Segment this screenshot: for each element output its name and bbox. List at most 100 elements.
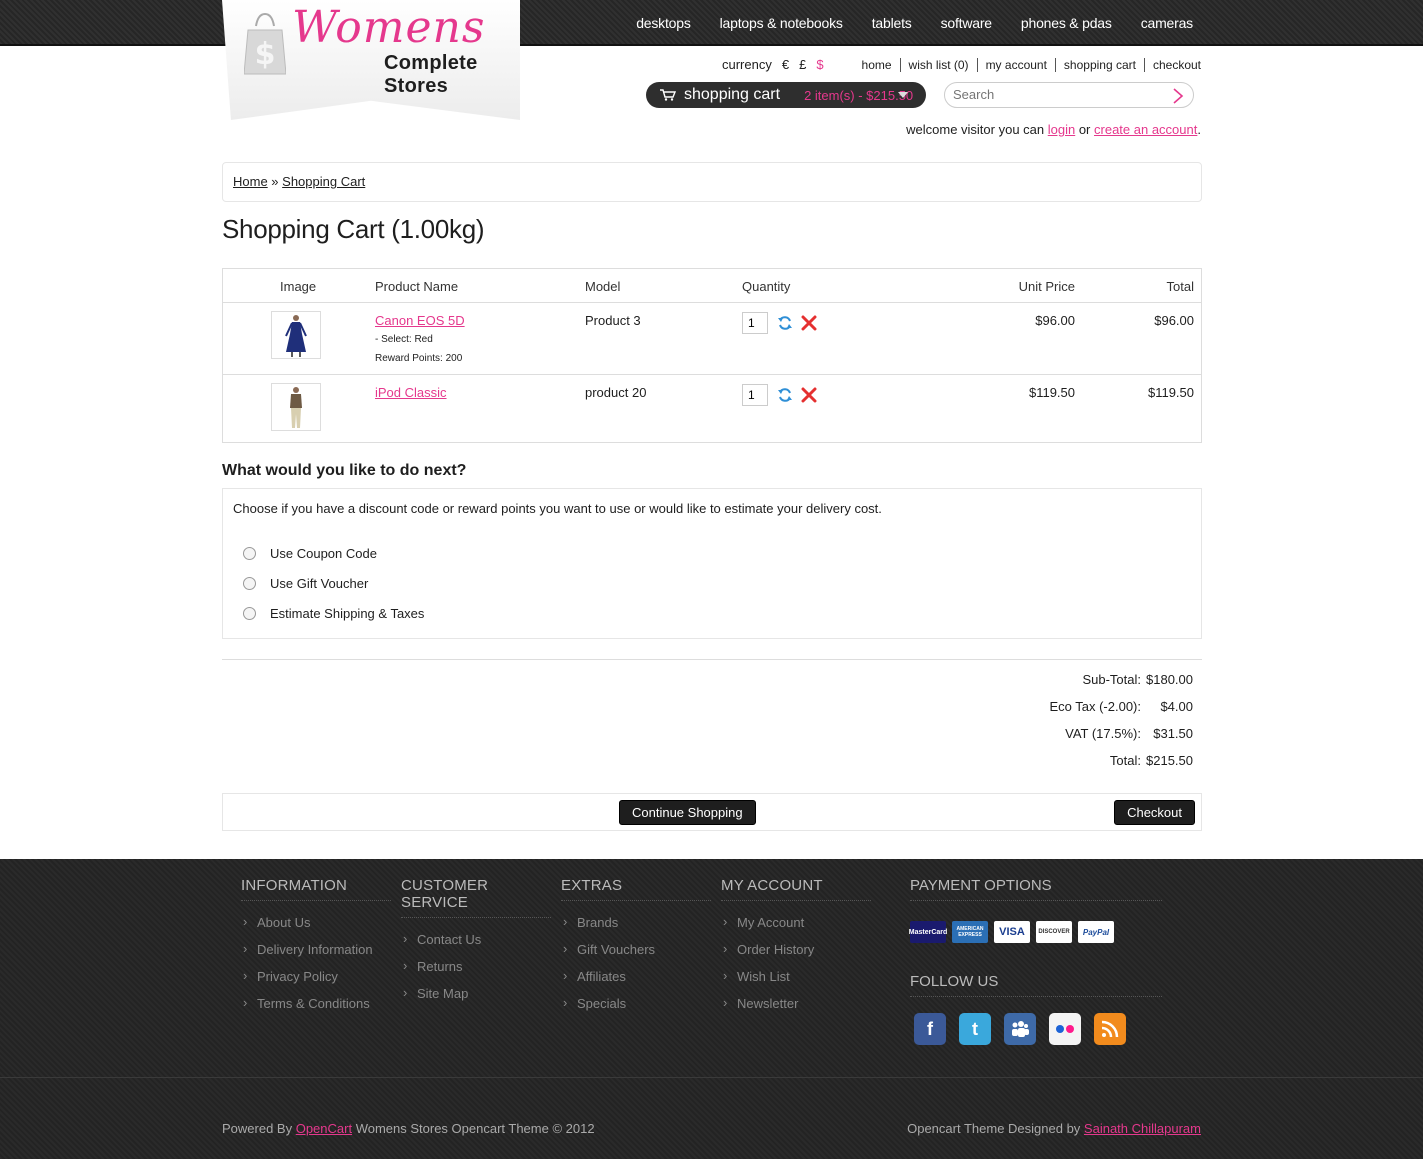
footer-link[interactable]: Contact Us bbox=[401, 931, 551, 959]
welcome-suffix: . bbox=[1197, 122, 1201, 137]
footer-link[interactable]: Newsletter bbox=[721, 995, 871, 1023]
nav-phones[interactable]: phones & pdas bbox=[1021, 15, 1112, 31]
footer-link[interactable]: Gift Vouchers bbox=[561, 941, 711, 969]
follow-heading: FOLLOW US bbox=[910, 973, 1162, 997]
rss-icon[interactable] bbox=[1094, 1013, 1126, 1045]
top-bar: desktops laptops & notebooks tablets sof… bbox=[0, 0, 1423, 46]
link-wishlist[interactable]: wish list (0) bbox=[901, 58, 978, 72]
next-steps-box: Choose if you have a discount code or re… bbox=[222, 488, 1202, 639]
designer-link[interactable]: Sainath Chillapuram bbox=[1084, 1121, 1201, 1136]
vat-label: VAT (17.5%): bbox=[1065, 726, 1141, 741]
footer-customer-service: CUSTOMER SERVICE Contact Us Returns Site… bbox=[401, 877, 551, 1013]
footer-link[interactable]: Delivery Information bbox=[241, 941, 391, 969]
remove-icon[interactable] bbox=[801, 315, 817, 331]
cart-icon bbox=[660, 89, 676, 101]
twitter-icon[interactable]: t bbox=[959, 1013, 991, 1045]
currency-pound[interactable]: £ bbox=[799, 57, 806, 72]
nav-desktops[interactable]: desktops bbox=[636, 15, 691, 31]
nav-tablets[interactable]: tablets bbox=[872, 15, 912, 31]
checkout-button[interactable]: Checkout bbox=[1114, 800, 1195, 825]
footer-link[interactable]: Privacy Policy bbox=[241, 968, 391, 996]
currency-selector: currency € £ $ bbox=[722, 57, 824, 72]
footer-link[interactable]: Terms & Conditions bbox=[241, 995, 391, 1023]
welcome-or: or bbox=[1075, 122, 1095, 137]
logo-brand: Womens bbox=[292, 2, 486, 53]
product-reward-points: Reward Points: 200 bbox=[375, 353, 463, 364]
totals-divider bbox=[222, 659, 1202, 660]
remove-icon[interactable] bbox=[801, 387, 817, 403]
search-go-icon[interactable] bbox=[1171, 88, 1185, 104]
facebook-icon[interactable]: f bbox=[914, 1013, 946, 1045]
link-home[interactable]: home bbox=[854, 58, 901, 72]
chevron-down-icon bbox=[898, 92, 908, 98]
unit-price: $119.50 bbox=[1028, 385, 1075, 400]
footer-divider bbox=[0, 1077, 1423, 1078]
footer-link[interactable]: About Us bbox=[241, 914, 391, 942]
link-shopping-cart[interactable]: shopping cart bbox=[1056, 58, 1145, 72]
outfit-image-icon bbox=[290, 387, 302, 428]
currency-dollar[interactable]: $ bbox=[816, 57, 823, 72]
payment-cards: MasterCard AMERICAN EXPRESS VISA DISCOVE… bbox=[909, 921, 1162, 943]
footer-extras: EXTRAS Brands Gift Vouchers Affiliates S… bbox=[561, 877, 711, 1023]
create-account-link[interactable]: create an account bbox=[1094, 122, 1197, 137]
footer-link[interactable]: My Account bbox=[721, 914, 871, 942]
product-name-link[interactable]: Canon EOS 5D bbox=[375, 313, 465, 328]
footer-my-account: MY ACCOUNT My Account Order History Wish… bbox=[721, 877, 871, 1023]
option-shipping-label: Estimate Shipping & Taxes bbox=[270, 606, 425, 621]
refresh-icon[interactable] bbox=[777, 387, 793, 403]
link-checkout[interactable]: checkout bbox=[1145, 58, 1201, 72]
option-shipping[interactable]: Estimate Shipping & Taxes bbox=[243, 606, 424, 621]
nav-laptops[interactable]: laptops & notebooks bbox=[720, 15, 843, 31]
product-option: - Select: Red bbox=[375, 334, 433, 345]
product-thumbnail[interactable] bbox=[271, 311, 321, 359]
totals-row: Total: $215.50 bbox=[1049, 753, 1193, 780]
footer-link[interactable]: Order History bbox=[721, 941, 871, 969]
ecotax-label: Eco Tax (-2.00): bbox=[1049, 699, 1141, 714]
breadcrumb-current[interactable]: Shopping Cart bbox=[282, 174, 365, 189]
totals-row: Sub-Total: $180.00 bbox=[1049, 672, 1193, 699]
header-total: Total bbox=[1166, 279, 1194, 294]
footer-link[interactable]: Affiliates bbox=[561, 968, 711, 996]
dress-image-icon bbox=[285, 315, 307, 357]
ecotax-value: $4.00 bbox=[1160, 699, 1193, 714]
radio-coupon[interactable] bbox=[243, 547, 256, 560]
breadcrumb-home[interactable]: Home bbox=[233, 174, 268, 189]
myspace-icon[interactable] bbox=[1004, 1013, 1036, 1045]
footer-link[interactable]: Specials bbox=[561, 995, 711, 1023]
quantity-input[interactable] bbox=[742, 312, 768, 334]
footer-link[interactable]: Site Map bbox=[401, 985, 551, 1013]
currency-euro[interactable]: € bbox=[782, 57, 789, 72]
product-name-link[interactable]: iPod Classic bbox=[375, 385, 447, 400]
link-my-account[interactable]: my account bbox=[978, 58, 1056, 72]
store-logo[interactable]: $ Womens Complete Stores bbox=[222, 0, 532, 140]
quantity-input[interactable] bbox=[742, 384, 768, 406]
footer-heading: EXTRAS bbox=[561, 877, 711, 901]
search-input[interactable] bbox=[953, 87, 1163, 102]
people-icon bbox=[1012, 1021, 1029, 1037]
totals-row: Eco Tax (-2.00): $4.00 bbox=[1049, 699, 1193, 726]
amex-icon: AMERICAN EXPRESS bbox=[952, 921, 988, 943]
continue-shopping-button[interactable]: Continue Shopping bbox=[619, 800, 756, 825]
opencart-link[interactable]: OpenCart bbox=[296, 1121, 352, 1136]
option-coupon[interactable]: Use Coupon Code bbox=[243, 546, 377, 561]
subtotal-value: $180.00 bbox=[1146, 672, 1193, 687]
login-link[interactable]: login bbox=[1048, 122, 1075, 137]
product-thumbnail[interactable] bbox=[271, 383, 321, 431]
nav-cameras[interactable]: cameras bbox=[1141, 15, 1193, 31]
refresh-icon[interactable] bbox=[777, 315, 793, 331]
breadcrumb-separator: » bbox=[267, 174, 283, 189]
footer-link[interactable]: Brands bbox=[561, 914, 711, 942]
nav-software[interactable]: software bbox=[941, 15, 993, 31]
footer: INFORMATION About Us Delivery Informatio… bbox=[0, 859, 1423, 1159]
radio-shipping[interactable] bbox=[243, 607, 256, 620]
footer-link[interactable]: Wish List bbox=[721, 968, 871, 996]
powered-suffix: Womens Stores Opencart Theme © 2012 bbox=[352, 1121, 595, 1136]
unit-price: $96.00 bbox=[1035, 313, 1075, 328]
radio-voucher[interactable] bbox=[243, 577, 256, 590]
total-label: Total: bbox=[1109, 753, 1141, 768]
footer-link[interactable]: Returns bbox=[401, 958, 551, 986]
option-voucher[interactable]: Use Gift Voucher bbox=[243, 576, 368, 591]
cart-dropdown[interactable]: shopping cart 2 item(s) - $215.50 bbox=[646, 82, 926, 108]
flickr-icon[interactable] bbox=[1049, 1013, 1081, 1045]
top-links: home wish list (0) my account shopping c… bbox=[854, 58, 1201, 72]
